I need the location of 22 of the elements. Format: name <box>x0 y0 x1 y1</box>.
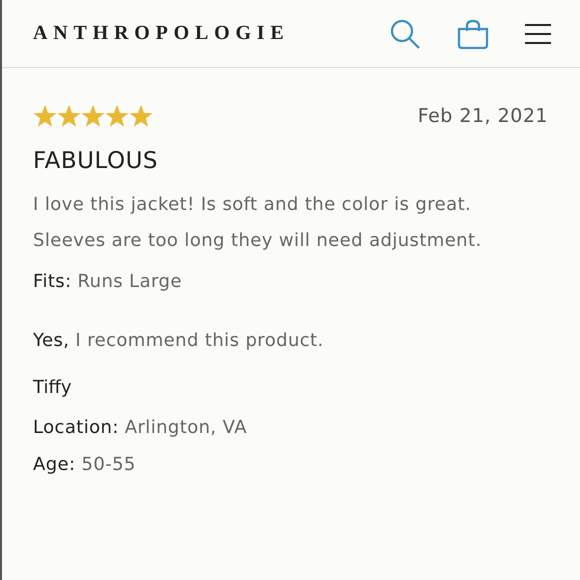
age-label: Age: <box>33 454 76 475</box>
star-icon <box>105 104 129 128</box>
star-icon <box>33 104 57 128</box>
review-title: FABULOUS <box>33 148 159 174</box>
location-value: Arlington, VA <box>124 417 247 438</box>
fit-label: Fits: <box>33 271 72 292</box>
star-icon <box>57 104 81 128</box>
reviewer-name: Tiffy <box>33 377 72 398</box>
search-icon[interactable] <box>389 18 421 50</box>
menu-icon[interactable] <box>525 24 551 44</box>
review-text: Sleeves are too long they will need adjustment. <box>33 229 483 253</box>
recommend-value: I recommend this product. <box>75 330 324 351</box>
review-date: Feb 21, 2021 <box>418 105 548 127</box>
age-value: 50-55 <box>81 454 136 475</box>
recommend-label: Yes, <box>33 330 70 351</box>
star-icon <box>81 104 105 128</box>
brand-logo[interactable]: ANTHROPOLOGIE <box>33 22 290 45</box>
review-text: I love this jacket! Is soft and the color is great. <box>33 193 472 217</box>
shopping-bag-icon[interactable] <box>457 18 489 48</box>
location-label: Location: <box>33 417 119 438</box>
fit-value: Runs Large <box>78 271 182 292</box>
star-icon <box>129 104 153 128</box>
